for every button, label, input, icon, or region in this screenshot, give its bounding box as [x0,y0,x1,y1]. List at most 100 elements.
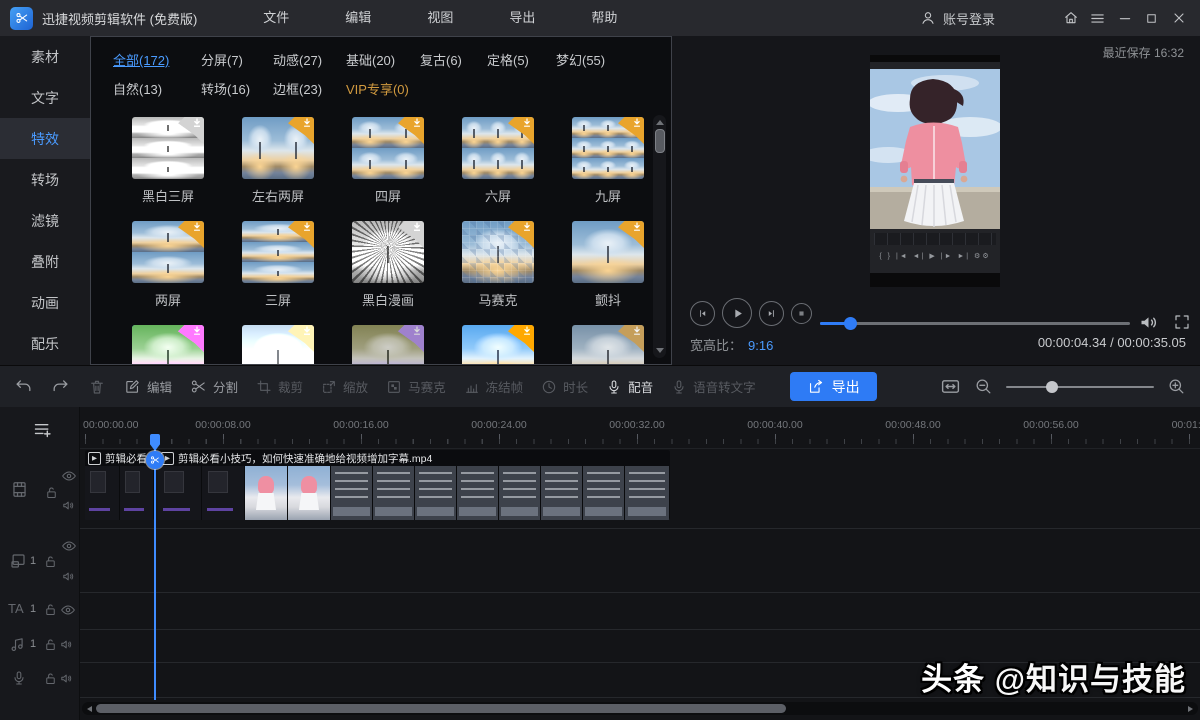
effect-card[interactable]: 六屏 [443,117,553,221]
effect-thumbnail[interactable] [352,117,424,179]
effect-card[interactable]: 黑白三屏 [113,117,223,221]
freeze-frame-button[interactable]: 冻结帧 [464,377,524,396]
tab-nature[interactable]: 自然(13) [113,79,201,98]
music-track-speaker-icon[interactable] [59,637,74,652]
scroll-up-arrow-icon[interactable] [656,120,664,125]
scroll-left-arrow-icon[interactable] [87,706,92,712]
sidebar-item-text[interactable]: 文字 [0,77,90,118]
sidebar-item-overlays[interactable]: 叠附 [0,241,90,282]
effect-thumbnail[interactable] [572,221,644,283]
speech-to-text-button[interactable]: 语音转文字 [671,377,756,396]
undo-button[interactable] [14,377,33,396]
previous-frame-button[interactable] [690,301,715,326]
scrollbar-thumb[interactable] [655,129,665,153]
mosaic-button[interactable]: 马赛克 [386,377,446,396]
play-button[interactable] [722,298,752,328]
effect-card-clipped[interactable] [333,325,443,365]
volume-icon[interactable] [1138,312,1159,333]
tab-vip[interactable]: VIP专享(0) [346,79,420,98]
aspect-ratio-control[interactable]: 宽高比：9:16 [690,335,773,354]
sidebar-item-transitions[interactable]: 转场 [0,159,90,200]
tab-freeze[interactable]: 定格(5) [487,50,556,69]
video-track-speaker-icon[interactable] [61,498,76,513]
tab-border[interactable]: 边框(23) [273,79,346,98]
timeline-zoom-slider[interactable] [1006,386,1154,388]
video-clip-segment-2[interactable]: 剪辑必看小技巧，如何快速准确地给视频增加字幕.mp4 [158,450,670,520]
effect-thumbnail[interactable] [352,325,424,365]
aspect-ratio-value[interactable]: 9:16 [748,338,773,353]
tab-dream[interactable]: 梦幻(55) [556,50,671,69]
effect-thumbnail[interactable] [462,325,534,365]
next-frame-button[interactable] [759,301,784,326]
video-clip-segment-1[interactable]: 剪辑必看 [85,450,154,520]
home-button[interactable] [1057,0,1084,36]
playback-progress-bar[interactable] [820,322,1130,325]
voiceover-button[interactable]: 配音 [606,377,653,396]
voiceover-track-lock-icon[interactable] [43,671,58,686]
scale-button[interactable]: 缩放 [321,377,368,396]
delete-button[interactable] [88,378,106,396]
fullscreen-icon[interactable] [1173,313,1191,331]
effect-card[interactable]: 颤抖 [553,221,663,325]
voiceover-track-speaker-icon[interactable] [59,671,74,686]
effect-card[interactable]: 马赛克 [443,221,553,325]
effect-thumbnail[interactable] [572,325,644,365]
menu-help[interactable]: 帮助 [563,0,645,36]
fit-timeline-icon[interactable] [940,376,961,397]
text-track-lock-icon[interactable] [43,602,58,617]
effect-thumbnail[interactable] [132,325,204,365]
menu-file[interactable]: 文件 [235,0,317,36]
add-track-icon[interactable] [32,419,53,440]
export-button[interactable]: 导出 [790,372,877,401]
minimize-button[interactable] [1111,0,1138,36]
effect-thumbnail[interactable] [242,221,314,283]
scroll-down-arrow-icon[interactable] [656,348,664,353]
edit-clip-button[interactable]: 编辑 [124,377,172,396]
pip-track-speaker-icon[interactable] [61,569,76,584]
sidebar-item-music[interactable]: 配乐 [0,323,90,364]
effect-thumbnail[interactable] [132,117,204,179]
crop-button[interactable]: 裁剪 [256,377,303,396]
stop-button[interactable] [791,303,812,324]
menu-export[interactable]: 导出 [481,0,563,36]
close-button[interactable] [1165,0,1192,36]
music-track-lock-icon[interactable] [43,637,58,652]
maximize-button[interactable] [1138,0,1165,36]
scroll-right-arrow-icon[interactable] [1188,706,1193,712]
menu-edit[interactable]: 编辑 [317,0,399,36]
timeline-ruler[interactable]: 00:00:00.00 00:00:08.00 00:00:16.00 00:0… [80,407,1200,448]
video-track-eye-icon[interactable] [61,468,77,484]
effect-card-clipped[interactable] [223,325,333,365]
effect-card-clipped[interactable] [553,325,663,365]
pip-track-lock-icon[interactable] [43,554,58,569]
tab-retro[interactable]: 复古(6) [420,50,487,69]
zoom-slider-handle[interactable] [1046,381,1058,393]
effect-card[interactable]: 黑白漫画 [333,221,443,325]
zoom-out-icon[interactable] [974,377,993,396]
main-menu-button[interactable] [1084,0,1111,36]
effect-card-clipped[interactable] [443,325,553,365]
effect-thumbnail[interactable] [572,117,644,179]
tab-basic[interactable]: 基础(20) [346,50,420,69]
tab-all[interactable]: 全部(172) [113,50,201,69]
duration-button[interactable]: 时长 [541,377,588,396]
effects-scrollbar[interactable] [653,115,666,358]
video-track-lock-icon[interactable] [44,485,59,500]
effect-thumbnail[interactable] [132,221,204,283]
timeline-horizontal-scrollbar[interactable] [82,702,1198,715]
split-button[interactable]: 分割 [190,377,238,396]
sidebar-item-filters[interactable]: 滤镜 [0,200,90,241]
progress-handle[interactable] [844,317,857,330]
sidebar-item-effects[interactable]: 特效 [0,118,90,159]
text-track-eye-icon[interactable] [60,602,76,618]
effect-card-clipped[interactable] [113,325,223,365]
redo-button[interactable] [51,377,70,396]
tab-dynamic[interactable]: 动感(27) [273,50,346,69]
zoom-in-icon[interactable] [1167,377,1186,396]
effect-thumbnail[interactable] [242,117,314,179]
effect-thumbnail[interactable] [462,221,534,283]
scrollbar-thumb[interactable] [96,704,786,713]
tab-splitscreen[interactable]: 分屏(7) [201,50,273,69]
effect-thumbnail[interactable] [462,117,534,179]
playhead-scissors-icon[interactable] [146,451,164,469]
